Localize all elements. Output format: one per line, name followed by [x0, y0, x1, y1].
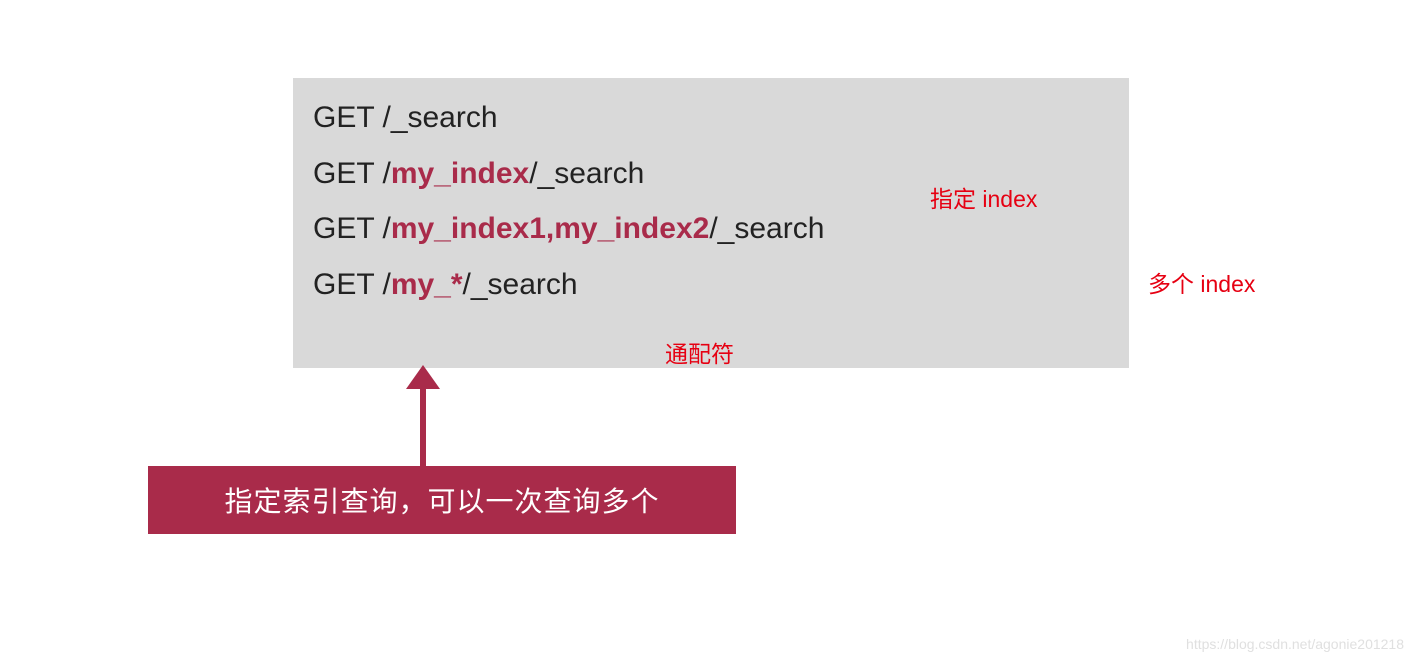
code-text: GET /: [313, 268, 391, 301]
code-highlight: my_*: [391, 268, 463, 301]
code-text: /: [463, 268, 471, 301]
annotation-wildcard: 通配符: [665, 335, 734, 369]
code-block: GET /_search GET /my_index/_search GET /…: [293, 78, 1129, 368]
callout-text: 指定索引查询，可以一次查询多个: [224, 480, 659, 520]
code-text: _search: [718, 212, 825, 245]
arrow-stem-icon: [420, 378, 426, 474]
code-text: _search: [391, 101, 498, 134]
code-line-1: GET /_search: [313, 90, 1109, 146]
callout-explanation: 指定索引查询，可以一次查询多个: [148, 466, 736, 534]
code-text: GET /: [313, 212, 391, 245]
code-text: GET /: [313, 157, 391, 190]
code-line-4: GET /my_*/_search: [313, 257, 1109, 313]
footer-watermark: https://blog.csdn.net/agonie201218: [1186, 636, 1404, 652]
code-highlight: my_index: [391, 157, 529, 190]
code-text: GET /: [313, 101, 391, 134]
code-text: _search: [538, 157, 645, 190]
code-highlight: my_index1,my_index2: [391, 212, 710, 245]
annotation-single-index: 指定 index: [930, 180, 1037, 214]
code-text: /: [529, 157, 537, 190]
annotation-multi-index: 多个 index: [1148, 265, 1255, 299]
code-text: /: [709, 212, 717, 245]
code-text: _search: [471, 268, 578, 301]
